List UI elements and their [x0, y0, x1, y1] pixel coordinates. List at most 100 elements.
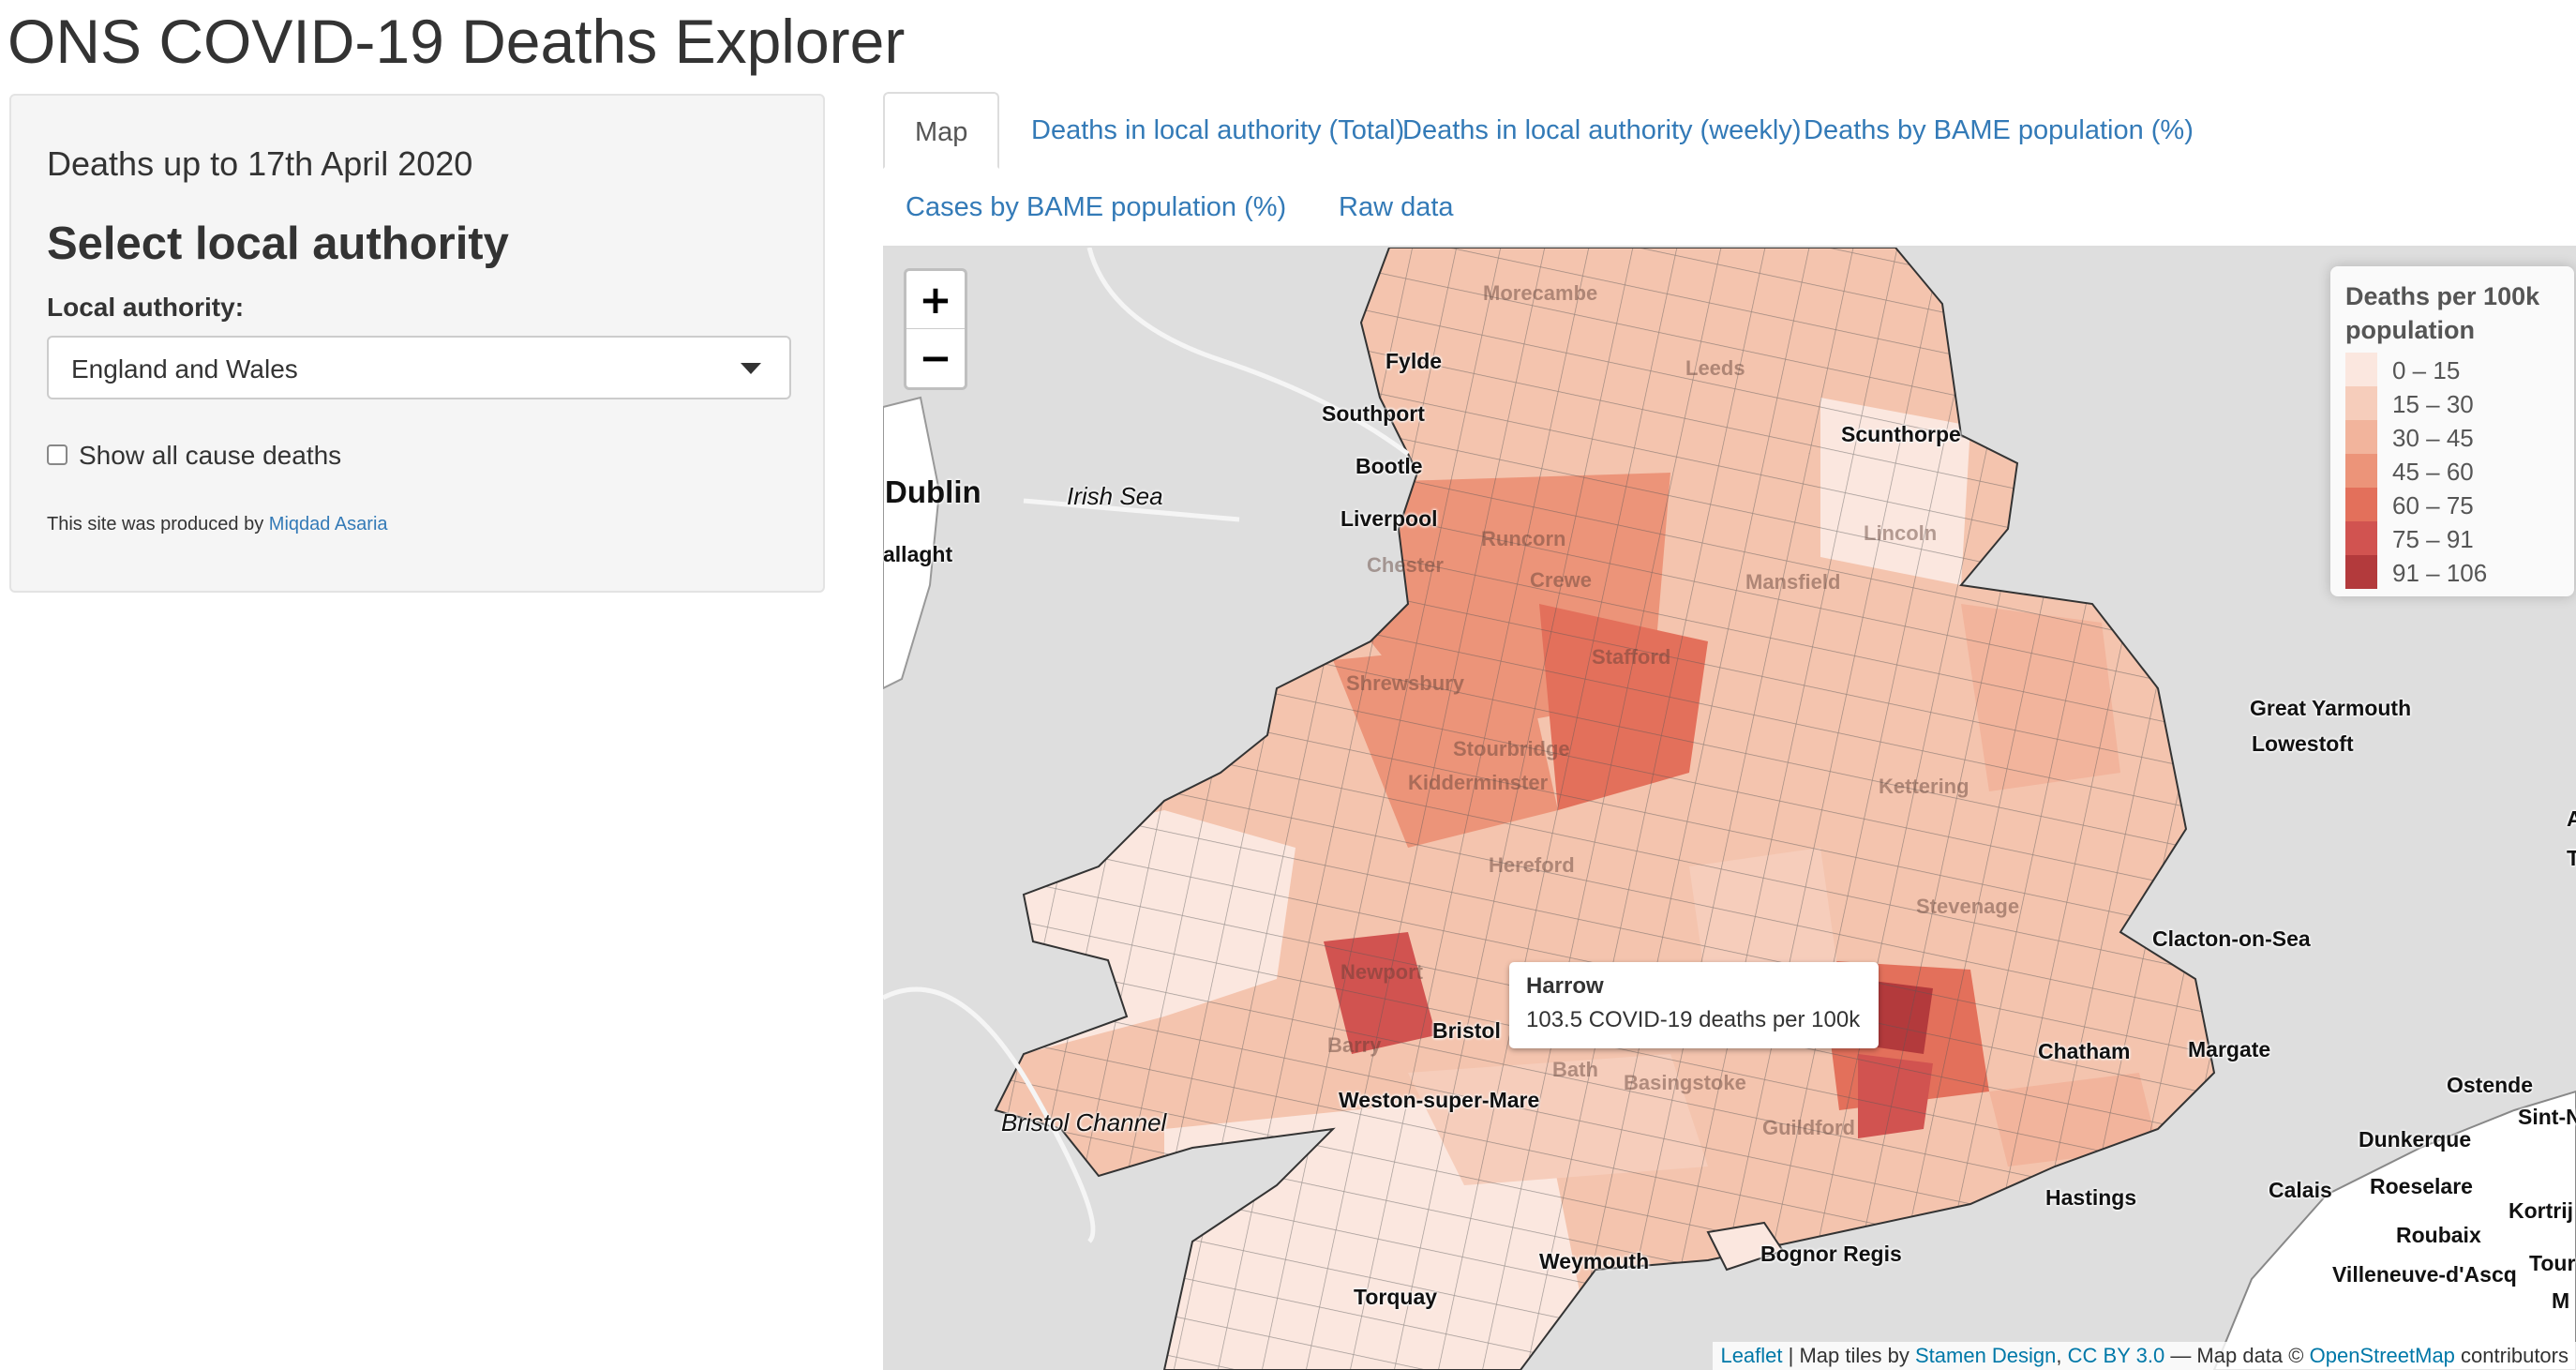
tab-bar: Map Deaths in local authority (Total) De…	[883, 92, 2576, 246]
sea-label: Bristol Channel	[1001, 1108, 1167, 1137]
legend-label: 45 – 60	[2392, 458, 2474, 486]
town-label: Stourbridge	[1453, 737, 1570, 760]
legend-label: 91 – 106	[2392, 559, 2488, 587]
place-label: Sint-N	[2518, 1105, 2576, 1129]
map-attribution: Leaflet | Map tiles by Stamen Design, CC…	[1713, 1342, 2576, 1370]
legend-swatch	[2345, 353, 2377, 386]
town-label: Shrewsbury	[1346, 671, 1464, 695]
place-label: Villeneuve-d'Ascq	[2332, 1262, 2517, 1287]
place-label: Scunthorpe	[1841, 422, 1961, 446]
place-label: M	[2552, 1288, 2570, 1313]
all-cause-checkbox[interactable]	[47, 444, 67, 465]
tab-map[interactable]: Map	[883, 92, 1000, 169]
town-label: Barry	[1327, 1033, 1382, 1057]
tab-deaths-weekly[interactable]: Deaths in local authority (weekly)	[1372, 92, 1832, 169]
place-label: Dublin	[885, 474, 981, 509]
place-label: Kortrij	[2509, 1198, 2573, 1223]
credit-text: This site was produced by Miqdad Asaria	[47, 514, 388, 535]
map-panel[interactable]: Fylde Southport Bootle Liverpool Dublin …	[883, 248, 2576, 1370]
sea-label: Irish Sea	[1067, 482, 1163, 510]
town-label: Lincoln	[1864, 521, 1938, 545]
attribution-text: contributors	[2461, 1344, 2569, 1367]
place-label: Torquay	[1354, 1285, 1438, 1309]
town-label: Bath	[1552, 1058, 1598, 1081]
legend-swatch	[2345, 521, 2377, 555]
zoom-out-button[interactable]: −	[906, 329, 965, 386]
stamen-link[interactable]: Stamen Design	[1915, 1344, 2056, 1367]
town-label: Kettering	[1879, 775, 1969, 798]
place-label: Lowestoft	[2252, 731, 2354, 756]
town-label: Stevenage	[1916, 895, 2020, 918]
place-label: Roeselare	[2370, 1174, 2473, 1198]
place-label: Ostende	[2447, 1073, 2534, 1097]
place-label: Bootle	[1355, 454, 1423, 478]
town-label: Leeds	[1685, 356, 1745, 380]
town-label: Hereford	[1489, 853, 1575, 877]
tooltip-text: 103.5 COVID-19 deaths per 100k	[1526, 1007, 1861, 1032]
place-label: Liverpool	[1340, 506, 1438, 531]
place-label: Weymouth	[1539, 1249, 1650, 1273]
legend-title: Deaths per 100k population	[2345, 282, 2540, 344]
osm-link[interactable]: OpenStreetMap	[2310, 1344, 2455, 1367]
attribution-text: | Map tiles by	[1788, 1344, 1910, 1367]
place-label: Great Yarmouth	[2250, 696, 2412, 720]
legend-swatch	[2345, 454, 2377, 488]
place-label: Tour	[2529, 1251, 2576, 1275]
town-label: Chester	[1367, 553, 1444, 577]
place-label: Bognor Regis	[1760, 1242, 1902, 1266]
legend-swatch	[2345, 420, 2377, 454]
leaflet-link[interactable]: Leaflet	[1720, 1344, 1782, 1367]
map-tooltip: Harrow 103.5 COVID-19 deaths per 100k	[1509, 962, 1879, 1048]
attribution-text: — Map data ©	[2170, 1344, 2304, 1367]
place-label: allaght	[883, 542, 953, 566]
legend-label: 15 – 30	[2392, 390, 2474, 418]
place-label: Dunkerque	[2359, 1127, 2472, 1152]
place-label: Calais	[2269, 1178, 2332, 1202]
author-link[interactable]: Miqdad Asaria	[269, 514, 388, 534]
tab-raw-data[interactable]: Raw data	[1309, 169, 1484, 246]
town-label: Runcorn	[1481, 527, 1566, 550]
legend-label: 75 – 91	[2392, 525, 2474, 553]
caret-down-icon	[741, 363, 761, 374]
legend-label: 30 – 45	[2392, 424, 2474, 452]
place-label: Southport	[1322, 401, 1425, 426]
tooltip-title: Harrow	[1526, 973, 1604, 999]
town-label: Newport	[1340, 960, 1423, 984]
legend-swatch	[2345, 555, 2377, 589]
legend-label: 0 – 15	[2392, 356, 2461, 384]
tab-deaths-bame[interactable]: Deaths by BAME population (%)	[1774, 92, 2224, 169]
tab-deaths-total[interactable]: Deaths in local authority (Total)	[1001, 92, 1434, 169]
select-heading: Select local authority	[47, 218, 509, 269]
place-label: Chatham	[2038, 1039, 2131, 1063]
tab-cases-bame[interactable]: Cases by BAME population (%)	[876, 169, 1316, 246]
legend-swatch	[2345, 386, 2377, 420]
town-label: Stafford	[1592, 645, 1671, 669]
place-label: Fylde	[1385, 349, 1443, 373]
place-label: Bristol	[1432, 1018, 1501, 1043]
local-authority-select[interactable]: England and Wales	[47, 336, 791, 399]
town-label: Crewe	[1530, 568, 1593, 592]
place-label: A	[2567, 806, 2576, 831]
place-label: T	[2567, 846, 2576, 870]
place-label: Clacton-on-Sea	[2152, 926, 2311, 951]
town-label: Kidderminster	[1408, 771, 1549, 794]
credit-prefix: This site was produced by	[47, 514, 264, 534]
place-label: Margate	[2188, 1037, 2271, 1061]
legend-swatch	[2345, 488, 2377, 521]
town-label: Basingstoke	[1624, 1071, 1746, 1094]
date-heading: Deaths up to 17th April 2020	[47, 144, 473, 183]
zoom-in-button[interactable]: +	[906, 271, 965, 329]
town-label: Mansfield	[1745, 570, 1841, 594]
all-cause-checkbox-label[interactable]: Show all cause deaths	[79, 441, 341, 471]
zoom-control: + −	[904, 268, 967, 390]
place-label: Roubaix	[2396, 1223, 2481, 1247]
place-label: Hastings	[2045, 1185, 2137, 1210]
page-title: ONS COVID-19 Deaths Explorer	[7, 7, 906, 76]
cc-link[interactable]: CC BY 3.0	[2068, 1344, 2165, 1367]
legend-label: 60 – 75	[2392, 491, 2474, 519]
place-label: Weston-super-Mare	[1339, 1088, 1540, 1112]
map-legend: Deaths per 100k population 0 – 15 15 – 3…	[2330, 266, 2574, 596]
local-authority-value: England and Wales	[71, 354, 298, 384]
town-label: Morecambe	[1483, 281, 1598, 305]
sidebar-panel: Deaths up to 17th April 2020 Select loca…	[9, 94, 825, 593]
